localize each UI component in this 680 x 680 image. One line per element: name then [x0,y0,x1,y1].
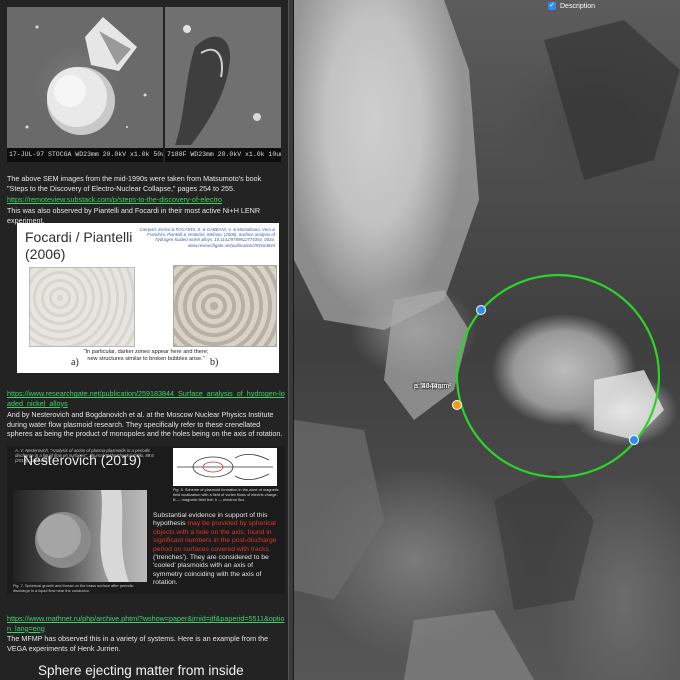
measure-area: a: 4044 µm² [414,383,452,390]
focardi-label-b: b) [210,357,219,368]
focardi-micrograph-b [173,265,277,347]
nesterovich-photo-caption: Fig. 7. Spherical growth and thread on t… [13,583,134,593]
paragraph-nesterovich: And by Nesterovich and Bogdanovich et al… [7,410,283,439]
nesterovich-body: Substantial evidence in support of this … [153,512,281,588]
nesterovich-slide: A. V. Nesterovich, "Analysis of action o… [7,446,285,594]
paragraph-mfmp: The MFMP has observed this in a variety … [7,634,269,653]
focardi-quote: "In particular, darker zones appear here… [83,349,209,362]
sem-left-drawing [25,17,147,135]
measurement-handle-left[interactable] [452,400,462,410]
measurement-overlay [455,273,661,479]
sem-right-caption: 7188F WD23mm 20.0kV x1.0k 10um [165,148,281,162]
sem-right-drawing [175,25,261,145]
image-viewer[interactable]: ✓ Description d: 10.8 µm p: 34.1 µm r: 5… [294,0,680,680]
section-heading-sphere: Sphere ejecting matter from inside [38,663,244,678]
nesterovich-fig-caption: Fig. 5. Scheme of plasmoid formation in … [173,487,279,502]
nesterovich-photo-drawing [35,490,129,582]
focardi-micrograph-a [29,267,135,347]
nesterovich-slide-title: Nesterovich (2019) [23,452,142,468]
sem-image-right: 7188F WD23mm 20.0kV x1.0k 10um [165,7,281,162]
nesterovich-photo [13,490,147,582]
document-panel: 17-JUL-97 STOCGA WD23mm 20.0kV x1.0k 50u… [0,0,288,680]
measurement-circle[interactable] [455,273,661,479]
nesterovich-body-after: ('trenches'). They are considered to be … [153,554,269,587]
focardi-reference: Campari, Enrico & FOCARDI, S. & GABBANI,… [139,227,275,248]
measurement-handle-right[interactable] [629,435,639,445]
focardi-slide: Focardi / Piantelli (2006) Campari, Enri… [17,223,279,373]
link-remoteview[interactable]: https://remoteview.substack.com/p/steps-… [7,195,283,205]
nesterovich-figure [173,448,277,486]
sem-image-left: 17-JUL-97 STOCGA WD23mm 20.0kV x1.0k 50u… [7,7,163,162]
plasmoid-diagram [177,454,273,480]
focardi-label-a: a) [71,357,79,368]
focardi-slide-title: Focardi / Piantelli [25,229,133,245]
link-researchgate[interactable]: https://www.researchgate.net/publication… [7,389,285,408]
measurement-handle-top[interactable] [476,305,486,315]
focardi-slide-year: (2006) [25,246,66,262]
link-mathnet[interactable]: https://www.mathnet.ru/php/archive.phtml… [7,614,285,633]
paragraph-matsumoto: The above SEM images from the mid-1990s … [7,174,262,193]
sem-left-caption: 17-JUL-97 STOCGA WD23mm 20.0kV x1.0k 50u… [7,148,163,162]
